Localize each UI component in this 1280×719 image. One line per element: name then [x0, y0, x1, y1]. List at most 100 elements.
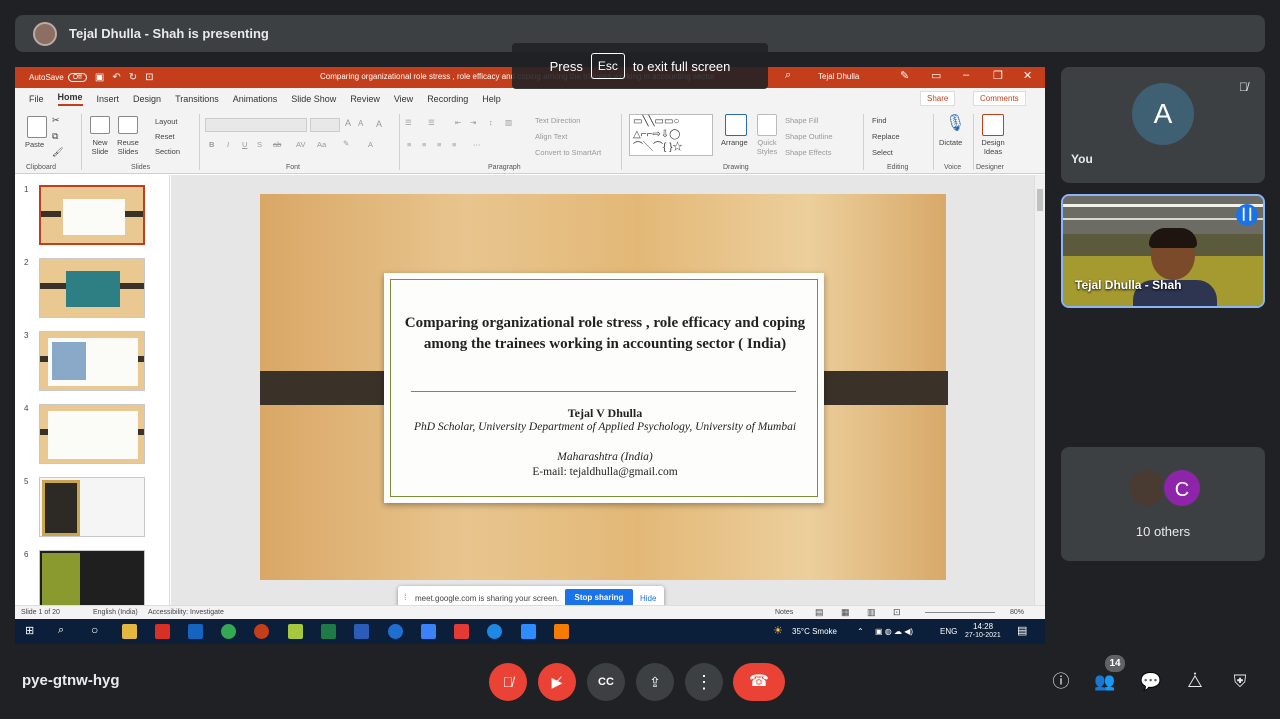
menu-help[interactable]: Help — [482, 94, 501, 104]
copy-icon[interactable]: ⧉ — [52, 131, 58, 142]
quick-styles-label[interactable]: Quick Styles — [753, 138, 781, 156]
excel-icon[interactable] — [321, 624, 336, 639]
decrease-indent-icon[interactable]: ⇤ — [455, 118, 461, 127]
decrease-font-icon[interactable]: A — [358, 119, 363, 128]
italic-icon[interactable]: I — [227, 140, 229, 149]
dictate-label[interactable]: Dictate — [939, 138, 962, 147]
reading-view-icon[interactable]: ▥ — [867, 607, 876, 618]
shape-fill-button[interactable]: Shape Fill — [785, 116, 818, 125]
numbering-icon[interactable]: ☰ — [428, 118, 435, 127]
vlc-icon[interactable] — [554, 624, 569, 639]
participant-tile-you[interactable]: A 🎙̸ You — [1061, 67, 1265, 183]
zoom-level[interactable]: 80% — [1010, 609, 1024, 616]
participant-tile-others[interactable]: C 10 others — [1061, 447, 1265, 561]
pen-icon[interactable]: ✎ — [900, 69, 909, 82]
slide-thumbnail-3[interactable] — [39, 331, 145, 391]
maximize-icon[interactable]: ❐ — [993, 69, 1003, 82]
sorter-view-icon[interactable]: ▦ — [841, 607, 850, 618]
chrome-icon[interactable] — [221, 624, 236, 639]
close-icon[interactable]: ✕ — [1023, 69, 1032, 82]
language-status[interactable]: English (India) — [93, 609, 138, 616]
app-icon[interactable] — [454, 624, 469, 639]
vpn-icon[interactable] — [421, 624, 436, 639]
comments-button[interactable]: Comments — [973, 91, 1026, 106]
redo-icon[interactable]: ↻ — [129, 72, 137, 83]
current-slide[interactable]: Comparing organizational role stress , r… — [260, 194, 948, 580]
menu-review[interactable]: Review — [350, 94, 380, 104]
more-options-button[interactable]: ⋮ — [685, 663, 723, 701]
share-button[interactable]: Share — [920, 91, 956, 106]
reset-button[interactable]: Reset — [155, 132, 175, 141]
reuse-slides-icon[interactable] — [118, 116, 138, 134]
hide-button[interactable]: Hide — [640, 594, 656, 603]
task-view-icon[interactable]: ○ — [91, 623, 98, 637]
teamviewer-icon[interactable] — [487, 624, 502, 639]
slide-scrollbar[interactable] — [1034, 175, 1045, 605]
notes-button[interactable]: Notes — [775, 609, 793, 616]
search-taskbar-icon[interactable]: ⌕ — [58, 624, 64, 637]
activities-icon[interactable]: ⧊ — [1183, 670, 1207, 694]
menu-recording[interactable]: Recording — [427, 94, 468, 104]
slide-thumbnail-6[interactable] — [39, 550, 145, 610]
file-explorer-icon[interactable] — [122, 624, 137, 639]
meeting-details-icon[interactable]: ⓘ — [1049, 670, 1073, 694]
camera-off-button[interactable]: ▶̸ — [538, 663, 576, 701]
notifications-icon[interactable]: ▤ — [1017, 624, 1027, 637]
new-slide-label[interactable]: New Slide — [89, 138, 111, 156]
justify-icon[interactable]: ≡ — [452, 140, 456, 149]
shape-outline-button[interactable]: Shape Outline — [785, 132, 833, 141]
mic-off-button[interactable]: 🎙̸ — [489, 663, 527, 701]
increase-indent-icon[interactable]: ⇥ — [470, 118, 476, 127]
people-icon[interactable]: 👥 — [1093, 670, 1117, 694]
align-right-icon[interactable]: ≡ — [437, 140, 441, 149]
zoom-slider[interactable] — [925, 612, 995, 613]
font-size-select[interactable] — [310, 118, 340, 132]
menu-home[interactable]: Home — [57, 92, 83, 106]
minimize-icon[interactable]: – — [963, 69, 969, 81]
host-controls-icon[interactable]: ⛨ — [1228, 670, 1252, 694]
design-ideas-label[interactable]: Design Ideas — [979, 138, 1007, 156]
autosave-toggle[interactable]: Off — [67, 73, 87, 82]
outlook-icon[interactable] — [188, 624, 203, 639]
design-ideas-icon[interactable] — [982, 114, 1004, 136]
font-name-select[interactable] — [205, 118, 307, 132]
windows-start-icon[interactable]: ⊞ — [25, 624, 34, 637]
notes-app-icon[interactable] — [288, 624, 303, 639]
bullets-icon[interactable]: ☰ — [405, 118, 412, 127]
distribute-icon[interactable]: ⋯ — [473, 140, 481, 149]
align-left-icon[interactable]: ≡ — [407, 140, 411, 149]
participant-tile-presenter[interactable]: ┃┃ Tejal Dhulla - Shah — [1061, 194, 1265, 308]
accessibility-status[interactable]: Accessibility: Investigate — [148, 609, 224, 616]
format-painter-icon[interactable]: 🖌 — [52, 147, 63, 158]
text-direction-button[interactable]: Text Direction — [535, 116, 580, 125]
input-language[interactable]: ENG — [940, 627, 957, 636]
highlight-icon[interactable]: ✎ — [343, 139, 349, 148]
zoom-icon[interactable] — [521, 624, 536, 639]
arrange-label[interactable]: Arrange — [721, 138, 748, 147]
search-icon[interactable]: ⌕ — [785, 69, 791, 82]
menu-slide-show[interactable]: Slide Show — [291, 94, 336, 104]
present-screen-button[interactable]: ⇪ — [636, 663, 674, 701]
save-icon[interactable]: ▣ — [95, 72, 104, 83]
columns-icon[interactable]: ▥ — [505, 118, 512, 127]
microphone-icon[interactable]: 🎙 — [945, 113, 965, 133]
slide-thumbnail-2[interactable] — [39, 258, 145, 318]
menu-transitions[interactable]: Transitions — [175, 94, 219, 104]
convert-smartart-button[interactable]: Convert to SmartArt — [535, 148, 601, 157]
section-button[interactable]: Section — [155, 147, 180, 156]
change-case-icon[interactable]: Aa — [317, 140, 326, 149]
present-icon[interactable]: ⊡ — [145, 72, 153, 83]
menu-insert[interactable]: Insert — [97, 94, 120, 104]
font-color-icon[interactable]: A — [368, 140, 373, 149]
align-text-button[interactable]: Align Text — [535, 132, 567, 141]
quick-styles-icon[interactable] — [757, 114, 777, 136]
shape-effects-button[interactable]: Shape Effects — [785, 148, 832, 157]
undo-icon[interactable]: ↶ — [112, 72, 120, 83]
select-button[interactable]: Select — [872, 148, 893, 157]
menu-design[interactable]: Design — [133, 94, 161, 104]
slideshow-view-icon[interactable]: ⊡ — [893, 607, 901, 618]
layout-button[interactable]: Layout — [155, 117, 178, 126]
slide-thumbnail-5[interactable] — [39, 477, 145, 537]
captions-button[interactable]: CC — [587, 663, 625, 701]
paste-label[interactable]: Paste — [25, 140, 44, 149]
